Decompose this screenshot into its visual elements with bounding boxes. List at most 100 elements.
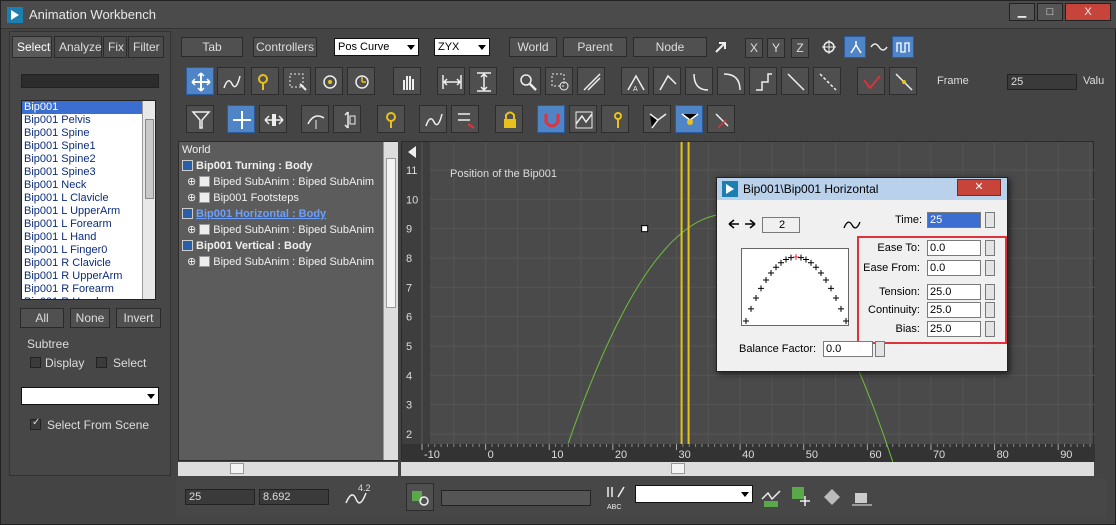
arrow-up-right-icon[interactable] [713,39,729,55]
add-keys-button[interactable] [377,105,405,133]
snap-frames-button[interactable] [537,105,565,133]
x-axis-button[interactable]: X [745,38,763,58]
tangent-slow-button[interactable] [717,67,745,95]
bone-list-item[interactable]: Bip001 L Finger0 [22,244,155,257]
tab-button[interactable]: Tab [181,37,243,57]
key-delete-icon[interactable] [850,485,874,509]
search-field[interactable] [441,490,591,506]
tab-filter[interactable]: Filter [128,36,164,58]
bone-list-item[interactable]: Bip001 R Forearm [22,283,155,296]
frame-field[interactable]: 25 [1007,74,1077,90]
current-frame-field[interactable]: 25 [185,489,255,505]
selection-set-dropdown[interactable] [21,387,159,405]
graph-hscrollbar[interactable] [401,462,1094,476]
ease-from-spinner[interactable]: 0.0 [927,260,981,276]
add-key-icon[interactable] [760,485,784,509]
select-all-button[interactable]: All [20,308,64,328]
bone-list-item[interactable]: Bip001 L Hand [22,231,155,244]
tab-analyze[interactable]: Analyze [54,36,102,58]
bone-list-item[interactable]: Bip001 L Clavicle [22,192,155,205]
bone-list-item[interactable]: Bip001 R UpperArm [22,270,155,283]
show-tangents-button[interactable] [643,105,671,133]
name-field[interactable] [21,74,159,88]
track-tree[interactable]: World Bip001 Turning : Body ⊕ Biped SubAn… [178,141,398,461]
scale-keys-button[interactable] [301,105,329,133]
select-none-button[interactable]: None [70,308,110,328]
tree-scrollbar[interactable] [383,142,398,460]
move-keys-button[interactable] [186,67,214,95]
reduce-keys-button[interactable] [451,105,479,133]
expand-icon[interactable]: ⊕ [187,256,199,268]
rotate-icon[interactable] [821,39,837,55]
bone-list-item[interactable]: Bip001 L UpperArm [22,205,155,218]
world-button[interactable]: World [509,37,557,57]
key-mode-toggle[interactable] [844,36,866,58]
tension-arrows[interactable] [985,284,995,300]
tree-row[interactable]: Bip001 Turning : Body [182,158,313,174]
continuity-spinner[interactable]: 25.0 [927,302,981,318]
lock-tangents-button[interactable] [707,105,735,133]
dialog-close-button[interactable]: ✕ [957,179,1001,196]
tangent-auto-button[interactable]: A [621,67,649,95]
ease-to-arrows[interactable] [985,240,995,256]
bone-list[interactable]: Bip001 Bip001 Pelvis Bip001 Spine Bip001 Sp… [21,100,156,300]
expand-icon[interactable]: ⊕ [187,192,199,204]
tab-fix[interactable]: Fix [103,36,127,58]
text-edit-icon[interactable]: ABC [606,485,628,511]
controllers-button[interactable]: Controllers [253,37,317,57]
key-copy-icon[interactable] [790,485,814,509]
parent-button[interactable]: Parent [563,37,627,57]
tree-row[interactable]: ⊕ Biped SubAnim : Biped SubAnim [187,254,374,270]
select-from-scene-checkbox[interactable]: ✓ [30,417,41,430]
wave-icon[interactable] [870,39,888,55]
invert-selection-button[interactable]: Invert [116,308,161,328]
zoom-button[interactable] [513,67,541,95]
break-tangents-button[interactable] [857,67,885,95]
time-spinner[interactable]: 25 [927,212,981,228]
expand-icon[interactable]: ⊕ [187,224,199,236]
draw-curve-button[interactable] [217,67,245,95]
tangent-custom-button[interactable] [653,67,681,95]
bone-list-item[interactable]: Bip001 Spine3 [22,166,155,179]
tree-row[interactable]: ⊕ Biped SubAnim : Biped SubAnim [187,174,374,190]
key-index-field[interactable]: 2 [762,217,800,233]
y-axis-button[interactable]: Y [767,38,785,58]
zoom-vertical-button[interactable] [469,67,497,95]
curve-type-dropdown[interactable]: Pos Curve [334,38,419,56]
bone-list-item[interactable]: Bip001 R Clavicle [22,257,155,270]
close-button[interactable]: X [1065,3,1111,21]
retime-button[interactable] [347,67,375,95]
tangent-fast-button[interactable] [685,67,713,95]
filters-button[interactable] [186,105,214,133]
prev-next-key-icon[interactable] [727,218,757,230]
subtree-display-checkbox[interactable] [30,357,41,368]
bone-list-item[interactable]: Bip001 Spine2 [22,153,155,166]
move-keys-2-button[interactable] [227,105,255,133]
balance-factor-spinner[interactable]: 0.0 [823,341,873,357]
time-spinner-arrows[interactable] [985,212,995,228]
tree-hscrollbar[interactable] [178,462,398,476]
scrollbar-thumb[interactable] [230,463,244,474]
key-pin-button[interactable] [601,105,629,133]
tree-row[interactable]: Bip001 Vertical : Body [182,238,312,254]
tangent-smooth-button[interactable] [813,67,841,95]
ease-to-spinner[interactable]: 0.0 [927,240,981,256]
zoom-horizontal-button[interactable] [437,67,465,95]
draw-curves-button[interactable] [419,105,447,133]
ease-from-arrows[interactable] [985,260,995,276]
bias-spinner[interactable]: 25.0 [927,321,981,337]
unify-tangents-button[interactable] [889,67,917,95]
scale-values-button[interactable] [333,105,361,133]
tangent-linear-button[interactable] [781,67,809,95]
tangent-step-button[interactable] [749,67,777,95]
tree-row[interactable]: ⊕ Biped SubAnim : Biped SubAnim [187,222,374,238]
zoom-to-fit-button[interactable] [406,483,434,511]
minimize-button[interactable]: ▁ [1009,3,1035,21]
tree-root[interactable]: World [182,142,211,158]
balance-factor-arrows[interactable] [875,341,885,357]
node-button[interactable]: Node [633,37,707,57]
bone-list-item[interactable]: Bip001 Pelvis [22,114,155,127]
axis-order-dropdown[interactable]: ZYX [434,38,490,56]
region-select-button[interactable] [283,67,311,95]
maximize-button[interactable]: □ [1037,3,1063,21]
